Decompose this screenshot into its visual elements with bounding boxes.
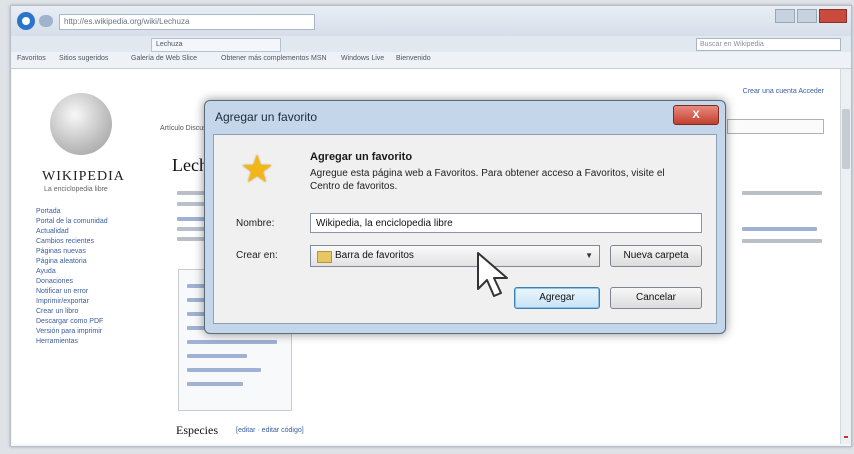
dialog-title: Agregar un favorito bbox=[215, 110, 318, 124]
favorites-bar-item[interactable]: Bienvenido bbox=[396, 55, 431, 62]
folder-select[interactable]: Barra de favoritos ▼ bbox=[310, 245, 600, 267]
wikipedia-wordmark: WIKIPEDIA bbox=[42, 169, 125, 184]
favorites-bar-item[interactable]: Favoritos bbox=[17, 55, 46, 62]
article-text-line bbox=[742, 227, 817, 231]
red-mark bbox=[844, 436, 848, 438]
sidebar-link[interactable]: Imprimir/exportar bbox=[36, 297, 146, 307]
sidebar-link[interactable]: Portal de la comunidad bbox=[36, 217, 146, 227]
favorites-bar: Favoritos Sitios sugeridos Galería de We… bbox=[11, 52, 851, 69]
sidebar-link[interactable]: Descargar como PDF bbox=[36, 317, 146, 327]
dialog-description: Agregue esta página web a Favoritos. Par… bbox=[310, 168, 665, 192]
sidebar-link[interactable]: Portada bbox=[36, 207, 146, 217]
new-folder-button[interactable]: Nueva carpeta bbox=[610, 245, 702, 267]
page-scrollbar[interactable] bbox=[840, 69, 851, 444]
tab-row: Lechuza Buscar en Wikipedia bbox=[11, 36, 851, 52]
scrollbar-thumb[interactable] bbox=[842, 109, 850, 169]
add-favorite-dialog: Agregar un favorito X ★ Agregar un favor… bbox=[204, 100, 726, 334]
toc-line[interactable] bbox=[187, 382, 243, 386]
browser-titlebar: http://es.wikipedia.org/wiki/Lechuza bbox=[11, 6, 851, 36]
toc-line[interactable] bbox=[187, 340, 277, 344]
browser-tab[interactable]: Lechuza bbox=[151, 38, 281, 52]
favorites-bar-item[interactable]: Galería de Web Slice bbox=[131, 55, 197, 62]
article-text-line bbox=[177, 202, 207, 206]
dialog-heading: Agregar un favorito bbox=[310, 151, 413, 163]
favorites-bar-item[interactable]: MSN bbox=[311, 55, 327, 62]
wikipedia-globe-logo[interactable] bbox=[50, 93, 112, 155]
sidebar-link[interactable]: Versión para imprimir bbox=[36, 327, 146, 337]
name-label: Nombre: bbox=[236, 218, 275, 229]
article-text-line bbox=[742, 191, 822, 195]
favorites-bar-item[interactable]: Sitios sugeridos bbox=[59, 55, 108, 62]
add-button[interactable]: Agregar bbox=[514, 287, 600, 309]
sidebar-link[interactable]: Crear un libro bbox=[36, 307, 146, 317]
sidebar-link[interactable]: Herramientas bbox=[36, 337, 146, 347]
cancel-button[interactable]: Cancelar bbox=[610, 287, 702, 309]
folder-icon bbox=[317, 251, 332, 263]
dialog-close-button[interactable]: X bbox=[673, 105, 719, 125]
sidebar-link[interactable]: Páginas nuevas bbox=[36, 247, 146, 257]
account-links[interactable]: Crear una cuenta Acceder bbox=[743, 88, 824, 95]
favorite-star-icon: ★ bbox=[240, 149, 275, 191]
wiki-search-input[interactable] bbox=[727, 119, 824, 134]
minimize-button[interactable] bbox=[775, 9, 795, 23]
article-text-line bbox=[742, 239, 822, 243]
toc-line[interactable] bbox=[187, 368, 261, 372]
wikipedia-tagline: La enciclopedia libre bbox=[44, 186, 108, 193]
browser-search-box[interactable]: Buscar en Wikipedia bbox=[696, 38, 841, 51]
toc-line[interactable] bbox=[187, 354, 247, 358]
sidebar-link[interactable]: Notificar un error bbox=[36, 287, 146, 297]
sidebar-link[interactable]: Actualidad bbox=[36, 227, 146, 237]
dialog-body: ★ Agregar un favorito Agregue esta págin… bbox=[213, 134, 717, 324]
maximize-button[interactable] bbox=[797, 9, 817, 23]
chevron-down-icon: ▼ bbox=[585, 251, 593, 260]
section-edit-links[interactable]: [editar · editar código] bbox=[236, 427, 304, 434]
sidebar-link[interactable]: Página aleatoria bbox=[36, 257, 146, 267]
create-in-label: Crear en: bbox=[236, 250, 278, 261]
folder-select-value: Barra de favoritos bbox=[335, 250, 414, 261]
favorites-bar-item[interactable]: Obtener más complementos bbox=[221, 55, 309, 62]
internet-explorer-icon[interactable] bbox=[17, 12, 35, 30]
sidebar-link[interactable]: Ayuda bbox=[36, 267, 146, 277]
sidebar-link[interactable]: Cambios recientes bbox=[36, 237, 146, 247]
sidebar-link[interactable]: Donaciones bbox=[36, 277, 146, 287]
back-forward-buttons[interactable] bbox=[39, 15, 53, 27]
window-controls bbox=[775, 9, 847, 23]
wiki-sidebar: Portada Portal de la comunidad Actualida… bbox=[36, 207, 146, 347]
favorites-bar-item[interactable]: Windows Live bbox=[341, 55, 384, 62]
window-close-button[interactable] bbox=[819, 9, 847, 23]
article-text-line bbox=[177, 237, 207, 241]
mouse-pointer-icon bbox=[477, 252, 508, 297]
name-field[interactable]: Wikipedia, la enciclopedia libre bbox=[310, 213, 702, 233]
section-heading: Especies bbox=[176, 423, 218, 437]
address-bar[interactable]: http://es.wikipedia.org/wiki/Lechuza bbox=[59, 14, 315, 30]
